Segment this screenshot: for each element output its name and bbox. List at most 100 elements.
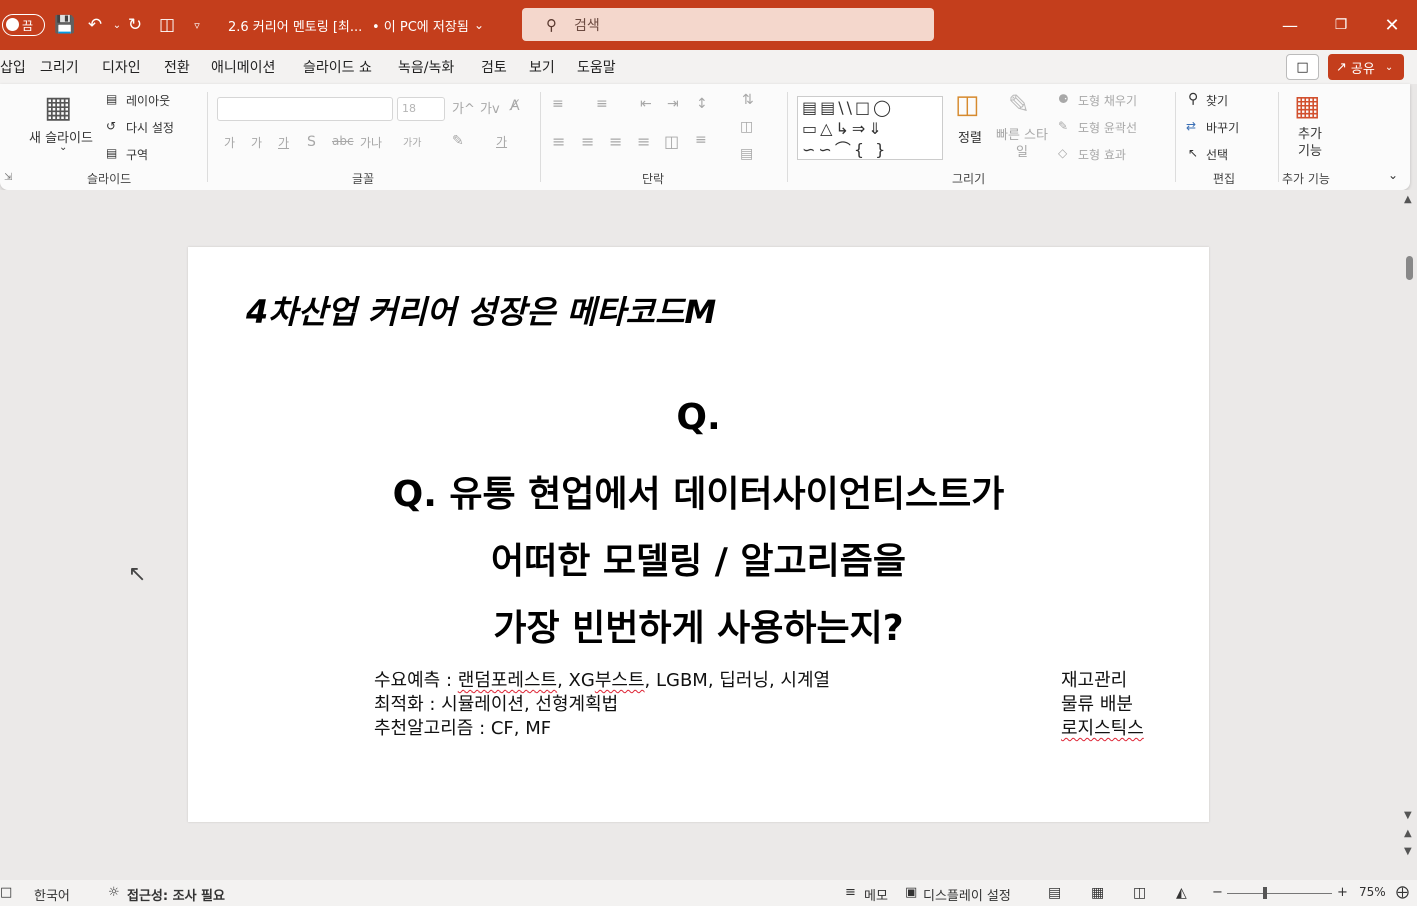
tab-transitions[interactable]: 전환: [164, 57, 190, 77]
tab-record[interactable]: 녹음/녹화: [398, 57, 454, 77]
italic-icon[interactable]: 가: [251, 134, 262, 151]
new-slide-icon[interactable]: ▦: [44, 90, 72, 125]
tab-help[interactable]: 도움말: [577, 57, 616, 77]
underline-icon[interactable]: 가: [278, 134, 289, 151]
domain-list[interactable]: 재고관리 물류 배분 로지스틱스: [1061, 669, 1144, 741]
columns-icon[interactable]: ◫: [664, 132, 679, 151]
slide-indicator-icon[interactable]: □: [0, 885, 12, 900]
bold-icon[interactable]: 가: [224, 134, 235, 151]
prev-slide-icon[interactable]: ▲: [1404, 828, 1412, 839]
restore-icon[interactable]: ❐: [1318, 10, 1364, 40]
question-line-2[interactable]: Q. 유통 현업에서 데이터사이언티스트가: [188, 465, 1209, 517]
align-center-icon[interactable]: ≡: [581, 132, 594, 151]
font-size-box[interactable]: 18: [397, 97, 445, 121]
reset-button[interactable]: 다시 설정: [126, 119, 174, 136]
strike-icon[interactable]: abc: [332, 134, 354, 148]
tab-review[interactable]: 검토: [481, 57, 507, 77]
font-color-icon[interactable]: 가: [496, 133, 507, 150]
slideshow-view-icon[interactable]: ◭: [1176, 885, 1187, 901]
undo-icon[interactable]: ↶: [84, 14, 106, 36]
dialog-launcher-icon[interactable]: ⇲: [4, 172, 12, 183]
find-button[interactable]: 찾기: [1206, 92, 1228, 109]
zoom-out-icon[interactable]: −: [1212, 885, 1223, 900]
normal-view-icon[interactable]: ▤: [1048, 885, 1061, 901]
question-line-4[interactable]: 가장 빈번하게 사용하는지?: [188, 599, 1209, 651]
addins-icon[interactable]: ▦: [1294, 89, 1320, 122]
document-title[interactable]: 2.6 커리어 멘토링 [최...: [228, 0, 362, 50]
tab-design[interactable]: 디자인: [102, 57, 141, 77]
slide-sorter-icon[interactable]: ▦: [1091, 885, 1104, 901]
case-icon[interactable]: 가가: [403, 134, 421, 149]
autosave-toggle[interactable]: 끔: [2, 14, 45, 36]
tab-animations[interactable]: 애니메이션: [211, 57, 275, 77]
collapse-ribbon-icon[interactable]: ⌄: [1388, 168, 1398, 182]
shrink-font-icon[interactable]: 가v: [480, 98, 500, 117]
save-status-chevron-icon[interactable]: ⌄: [474, 0, 484, 50]
shape-outline-button[interactable]: 도형 윤곽선: [1078, 119, 1137, 136]
shadow-icon[interactable]: S: [307, 134, 316, 150]
fit-to-window-icon[interactable]: ⨁: [1396, 885, 1409, 900]
select-button[interactable]: 선택: [1206, 146, 1228, 163]
align-right-icon[interactable]: ≡: [609, 132, 622, 151]
next-slide-icon[interactable]: ▼: [1404, 846, 1412, 857]
zoom-slider[interactable]: [1227, 893, 1332, 894]
close-icon[interactable]: ✕: [1369, 10, 1415, 40]
font-name-box[interactable]: [217, 97, 393, 121]
decrease-indent-icon[interactable]: ⇤: [640, 96, 652, 112]
search-box[interactable]: ⚲ 검색: [522, 8, 934, 41]
justify-icon[interactable]: ≡: [637, 132, 650, 151]
save-status[interactable]: • 이 PC에 저장됨: [372, 0, 469, 50]
share-button[interactable]: ↗ 공유 ⌄: [1328, 54, 1404, 80]
char-spacing-icon[interactable]: 가나: [360, 134, 382, 151]
save-icon[interactable]: 💾: [54, 14, 76, 36]
reading-view-icon[interactable]: ◫: [1133, 885, 1146, 901]
algorithm-list[interactable]: 수요예측 : 랜덤포레스트, XG부스트, LGBM, 딥러닝, 시계열 최적화…: [374, 669, 830, 741]
language-indicator[interactable]: 한국어: [34, 885, 70, 904]
clear-format-icon[interactable]: A̸: [510, 98, 520, 114]
minimize-icon[interactable]: —: [1267, 10, 1313, 40]
tab-draw[interactable]: 그리기: [40, 57, 79, 77]
convert-smartart-icon[interactable]: ◫: [740, 119, 753, 135]
slide-title[interactable]: 4차산업 커리어 성장은 메타코드M: [246, 287, 716, 333]
align-left-icon[interactable]: ≡: [552, 132, 565, 151]
tab-slideshow[interactable]: 슬라이드 쇼: [303, 57, 372, 77]
arrange-icon[interactable]: ◫: [955, 90, 980, 120]
slide-canvas[interactable]: 4차산업 커리어 성장은 메타코드M Q. Q. 유통 현업에서 데이터사이언티…: [188, 247, 1209, 822]
accessibility-status[interactable]: 접근성: 조사 필요: [127, 885, 225, 904]
zoom-in-icon[interactable]: +: [1337, 885, 1348, 900]
quick-styles-button[interactable]: 빠른 스타일: [996, 127, 1048, 161]
increase-indent-icon[interactable]: ⇥: [667, 96, 679, 112]
notes-button[interactable]: 메모: [864, 885, 888, 904]
section-button[interactable]: 구역: [126, 146, 148, 163]
tab-view[interactable]: 보기: [529, 57, 555, 77]
grow-font-icon[interactable]: 가^: [452, 98, 475, 117]
layout-button[interactable]: 레이아웃: [126, 92, 170, 109]
scroll-down-icon[interactable]: ▼: [1404, 810, 1412, 821]
present-icon[interactable]: ◫: [156, 14, 178, 36]
question-line-3[interactable]: 어떠한 모델링 / 알고리즘을: [188, 532, 1209, 584]
new-slide-chevron-icon[interactable]: ⌄: [59, 142, 67, 153]
vertical-scrollbar[interactable]: ▲ ▼ ▲ ▼: [1402, 190, 1417, 880]
scroll-thumb[interactable]: [1406, 256, 1413, 280]
bullets-icon[interactable]: ≡: [552, 96, 564, 112]
text-box-icon[interactable]: ▤: [740, 146, 753, 162]
zoom-slider-thumb[interactable]: [1263, 887, 1267, 899]
tab-insert[interactable]: 삽입: [0, 57, 26, 77]
shapes-gallery[interactable]: ▤▤\\□◯ ▭△↳⇒⇓ ∽∽⌒{ }: [797, 96, 943, 160]
shape-effects-button[interactable]: 도형 효과: [1078, 146, 1126, 163]
customize-toolbar-icon[interactable]: ▿: [186, 14, 208, 36]
scroll-up-icon[interactable]: ▲: [1404, 194, 1412, 205]
text-direction-icon[interactable]: ⇅: [742, 92, 754, 108]
arrange-button[interactable]: 정렬: [958, 127, 982, 146]
quick-styles-icon[interactable]: ✎: [1008, 90, 1030, 120]
align-text-icon[interactable]: ≡: [695, 132, 707, 148]
line-spacing-icon[interactable]: ↕: [696, 96, 708, 112]
replace-button[interactable]: 바꾸기: [1206, 119, 1239, 136]
redo-icon[interactable]: ↻: [124, 14, 146, 36]
zoom-level[interactable]: 75%: [1359, 885, 1386, 899]
comments-button[interactable]: □: [1286, 54, 1319, 80]
shape-fill-button[interactable]: 도형 채우기: [1078, 92, 1137, 109]
highlight-icon[interactable]: ✎: [452, 133, 464, 149]
addins-button[interactable]: 추가 기능: [1296, 126, 1324, 160]
display-settings-button[interactable]: 디스플레이 설정: [923, 885, 1011, 904]
